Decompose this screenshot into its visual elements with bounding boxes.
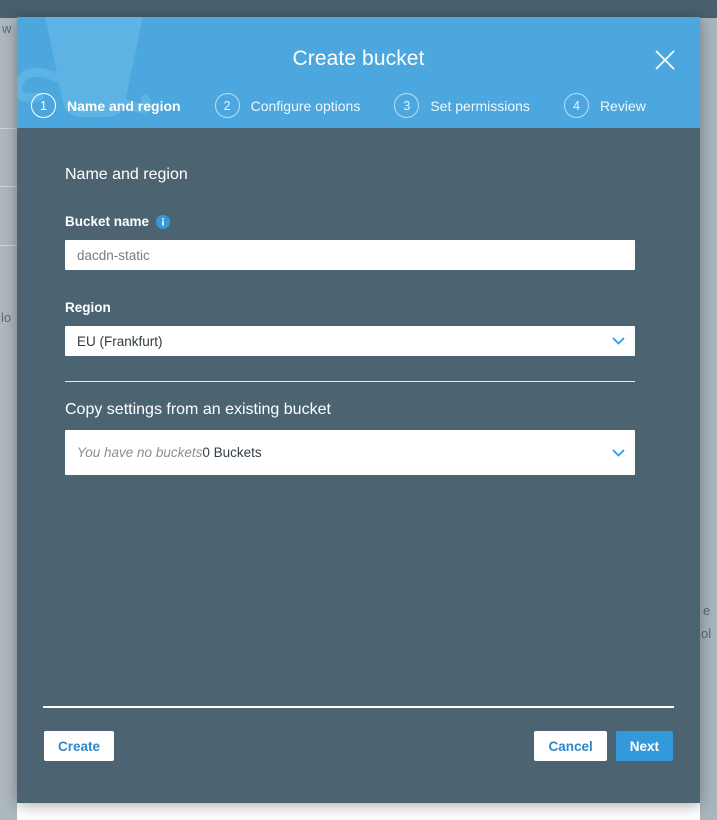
bucket-name-input[interactable] [65,240,635,270]
info-icon-glyph [156,215,170,229]
background-divider [0,186,17,187]
wizard-step-number: 1 [31,93,56,118]
copy-settings-empty-hint: You have no buckets [77,445,202,460]
footer-button-row: Create Cancel Next [44,731,673,761]
background-divider [0,128,17,129]
dialog-header: Create bucket 1 Name and region 2 Configure… [17,17,700,128]
wizard-step-label: Set permissions [430,98,530,114]
wizard-step-number: 2 [215,93,240,118]
wizard-step-number: 3 [394,93,419,118]
next-button[interactable]: Next [616,731,673,761]
background-text-fragment: w [2,22,11,35]
region-label: Region [65,300,652,315]
background-text-fragment: lo [1,311,11,324]
wizard-step-number: 4 [564,93,589,118]
background-text-fragment: e [703,604,710,617]
wizard-step-3[interactable]: 3 Set permissions [394,93,530,118]
chevron-down-icon [612,337,625,346]
region-select-value: EU (Frankfurt) [77,334,163,349]
section-title-name-and-region: Name and region [65,128,652,184]
copy-settings-count: 0 Buckets [202,445,261,460]
close-button[interactable] [648,43,682,77]
dialog-title: Create bucket [17,47,700,71]
close-icon [654,49,676,71]
wizard-step-4[interactable]: 4 Review [564,93,646,118]
wizard-step-label: Name and region [67,98,181,114]
dialog-footer: Create Cancel Next [17,698,700,803]
footer-divider [43,706,674,708]
wizard-steps: 1 Name and region 2 Configure options 3 Set p… [17,93,700,118]
wizard-step-2[interactable]: 2 Configure options [215,93,361,118]
background-top-bar [0,0,717,18]
region-label-text: Region [65,300,111,315]
background-right-rail [700,0,717,820]
wizard-step-1[interactable]: 1 Name and region [31,93,181,118]
background-text-fragment: ol [701,627,711,640]
wizard-step-label: Review [600,98,646,114]
info-icon[interactable] [156,215,170,229]
create-bucket-dialog: Create bucket 1 Name and region 2 Configure… [17,17,700,803]
background-divider [0,245,17,246]
chevron-down-icon [612,448,625,457]
cancel-button[interactable]: Cancel [534,731,606,761]
section-title-copy-settings: Copy settings from an existing bucket [65,382,652,419]
create-button[interactable]: Create [44,731,114,761]
bucket-name-label: Bucket name [65,214,652,229]
background-left-rail [0,0,17,820]
dialog-body: Name and region Bucket name Region EU (F… [17,128,700,698]
copy-settings-select[interactable]: You have no buckets 0 Buckets [65,430,635,475]
bucket-name-label-text: Bucket name [65,214,149,229]
region-select[interactable]: EU (Frankfurt) [65,326,635,356]
wizard-step-label: Configure options [251,98,361,114]
